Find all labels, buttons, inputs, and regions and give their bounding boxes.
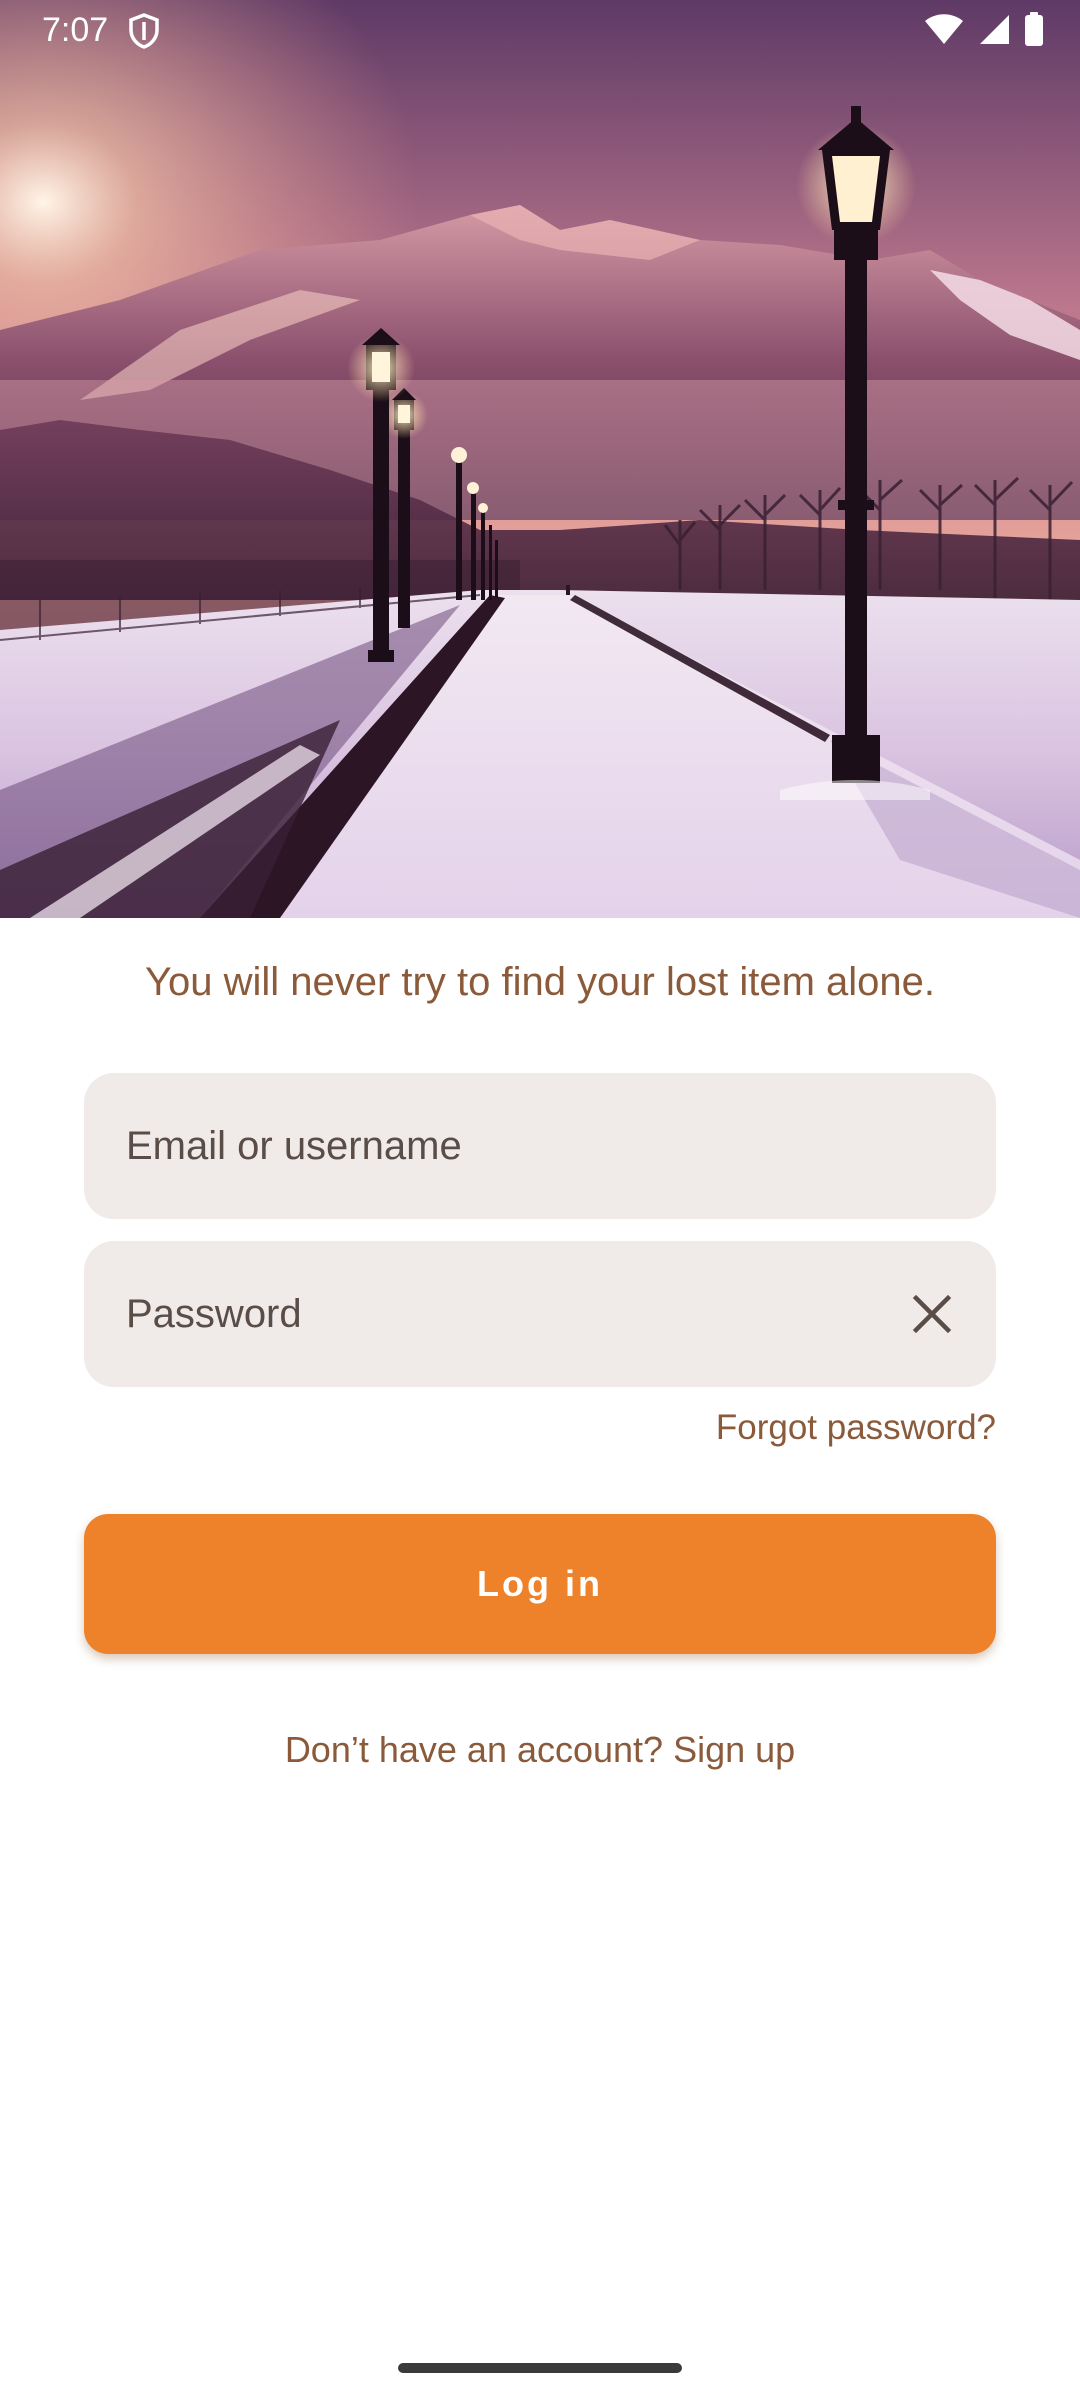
home-indicator[interactable] <box>398 2363 682 2373</box>
close-icon <box>912 1294 952 1334</box>
hero-illustration <box>0 0 1080 918</box>
cellular-signal-icon <box>978 13 1010 50</box>
email-field[interactable]: Email or username <box>84 1073 996 1219</box>
battery-icon <box>1024 11 1044 51</box>
forgot-password-link[interactable]: Forgot password? <box>716 1405 996 1451</box>
status-icons <box>924 11 1044 51</box>
shield-icon <box>128 13 160 49</box>
login-screen: 7:07 You will never try to find your los… <box>0 0 1080 2400</box>
password-placeholder: Password <box>126 1292 302 1336</box>
wifi-icon <box>924 13 964 50</box>
tagline: You will never try to find your lost ite… <box>144 960 936 1004</box>
password-field[interactable]: Password <box>84 1241 996 1387</box>
status-bar: 7:07 <box>0 0 1080 60</box>
login-button[interactable]: Log in <box>84 1514 996 1654</box>
signup-link[interactable]: Don’t have an account? Sign up <box>0 1727 1080 1773</box>
email-placeholder: Email or username <box>126 1124 462 1168</box>
status-time: 7:07 <box>42 11 109 49</box>
clear-password-button[interactable] <box>892 1274 972 1354</box>
